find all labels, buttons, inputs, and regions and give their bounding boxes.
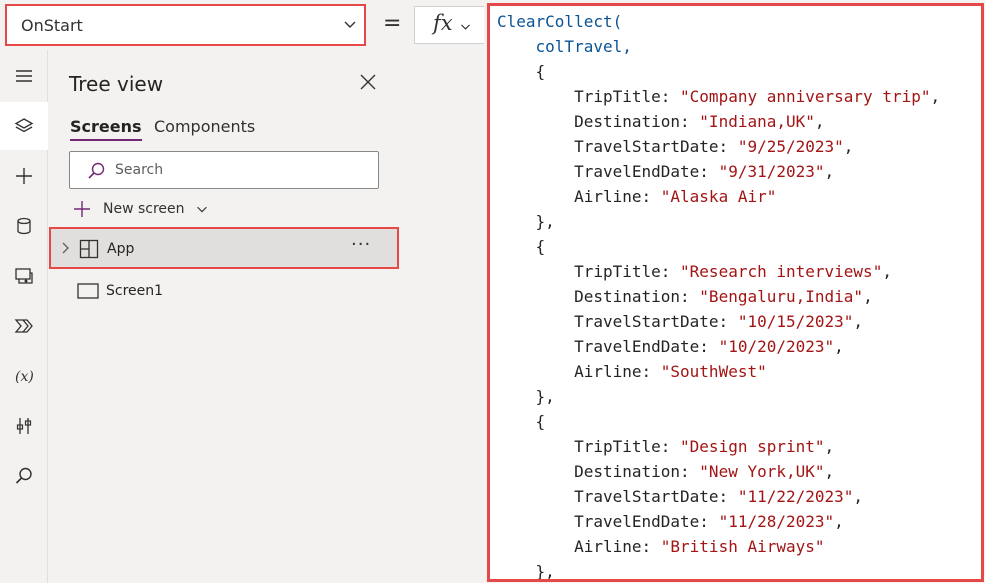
code-string: "9/25/2023": [737, 137, 844, 156]
tree-item-screen1[interactable]: Screen1: [49, 274, 399, 308]
tree-item-label: App: [107, 241, 135, 257]
hamburger-menu-button[interactable]: [0, 52, 48, 100]
variables-button[interactable]: (x): [0, 352, 48, 400]
tree-item-label: Screen1: [106, 283, 164, 299]
layers-icon: [14, 118, 34, 133]
chevron-down-icon: [196, 206, 207, 213]
property-dropdown[interactable]: OnStart: [5, 4, 366, 46]
tools-icon: [16, 418, 32, 434]
plus-icon: [16, 168, 32, 184]
media-button[interactable]: [0, 252, 48, 300]
hamburger-icon: [16, 70, 32, 82]
formula-bar: OnStart = fx: [0, 0, 487, 50]
fx-icon: fx: [433, 11, 453, 35]
search-input[interactable]: Search: [69, 151, 379, 189]
advanced-tools-button[interactable]: [0, 402, 48, 450]
code-string: "SouthWest": [660, 362, 767, 381]
tab-components[interactable]: Components: [154, 117, 255, 136]
chevron-down-icon: [344, 21, 356, 28]
search-placeholder: Search: [115, 162, 164, 178]
code-string: "9/31/2023": [718, 162, 825, 181]
data-button[interactable]: [0, 202, 48, 250]
code-string: "11/22/2023": [737, 487, 854, 506]
insert-button[interactable]: [0, 152, 48, 200]
media-icon: [15, 268, 33, 284]
code-function: ClearCollect(: [497, 12, 623, 31]
svg-text:(x): (x): [15, 369, 34, 385]
code-string: "Company anniversary trip": [680, 87, 931, 106]
tree-item-app[interactable]: App ···: [49, 227, 399, 269]
new-screen-button[interactable]: New screen: [73, 198, 209, 220]
code-string: "Research interviews": [680, 262, 883, 281]
code-string: "Alaska Air": [660, 187, 777, 206]
property-value: OnStart: [21, 16, 83, 35]
search-button[interactable]: [0, 452, 48, 500]
power-automate-button[interactable]: [0, 302, 48, 350]
chevron-right-icon[interactable]: [59, 241, 71, 255]
database-icon: [17, 217, 31, 235]
tab-screens[interactable]: Screens: [70, 117, 142, 141]
code-string: "Bengaluru,India": [699, 287, 864, 306]
screen-icon: [77, 283, 99, 299]
code-string: "Indiana,UK": [699, 112, 815, 131]
formula-editor[interactable]: ClearCollect( colTravel, { TripTitle: "C…: [487, 3, 984, 582]
fx-button[interactable]: fx: [414, 6, 484, 44]
code-string: "10/20/2023": [718, 337, 835, 356]
tree-view-panel: Tree view Screens Components Search New …: [49, 50, 399, 583]
code-block: ClearCollect( colTravel, { TripTitle: "C…: [497, 12, 941, 581]
code-string: "11/28/2023": [718, 512, 835, 531]
chevron-down-icon: [461, 24, 470, 30]
search-icon: [88, 162, 105, 179]
left-rail: (x): [0, 50, 48, 583]
power-automate-icon: [14, 319, 33, 333]
equals-sign: =: [383, 11, 402, 36]
more-options-icon[interactable]: ···: [351, 234, 371, 255]
new-screen-label: New screen: [103, 201, 185, 217]
code-string: "Design sprint": [680, 437, 825, 456]
plus-icon: [74, 201, 90, 217]
code-collection: colTravel,: [535, 37, 632, 56]
tree-view-button[interactable]: [0, 102, 48, 150]
search-icon: [15, 467, 32, 484]
code-string: "British Airways": [660, 537, 825, 556]
app-icon: [79, 239, 99, 259]
code-string: "New York,UK": [699, 462, 825, 481]
panel-title: Tree view: [69, 72, 164, 96]
canvas-area: [399, 50, 488, 583]
variable-icon: (x): [15, 369, 34, 385]
close-icon[interactable]: [360, 74, 376, 90]
code-string: "10/15/2023": [737, 312, 854, 331]
